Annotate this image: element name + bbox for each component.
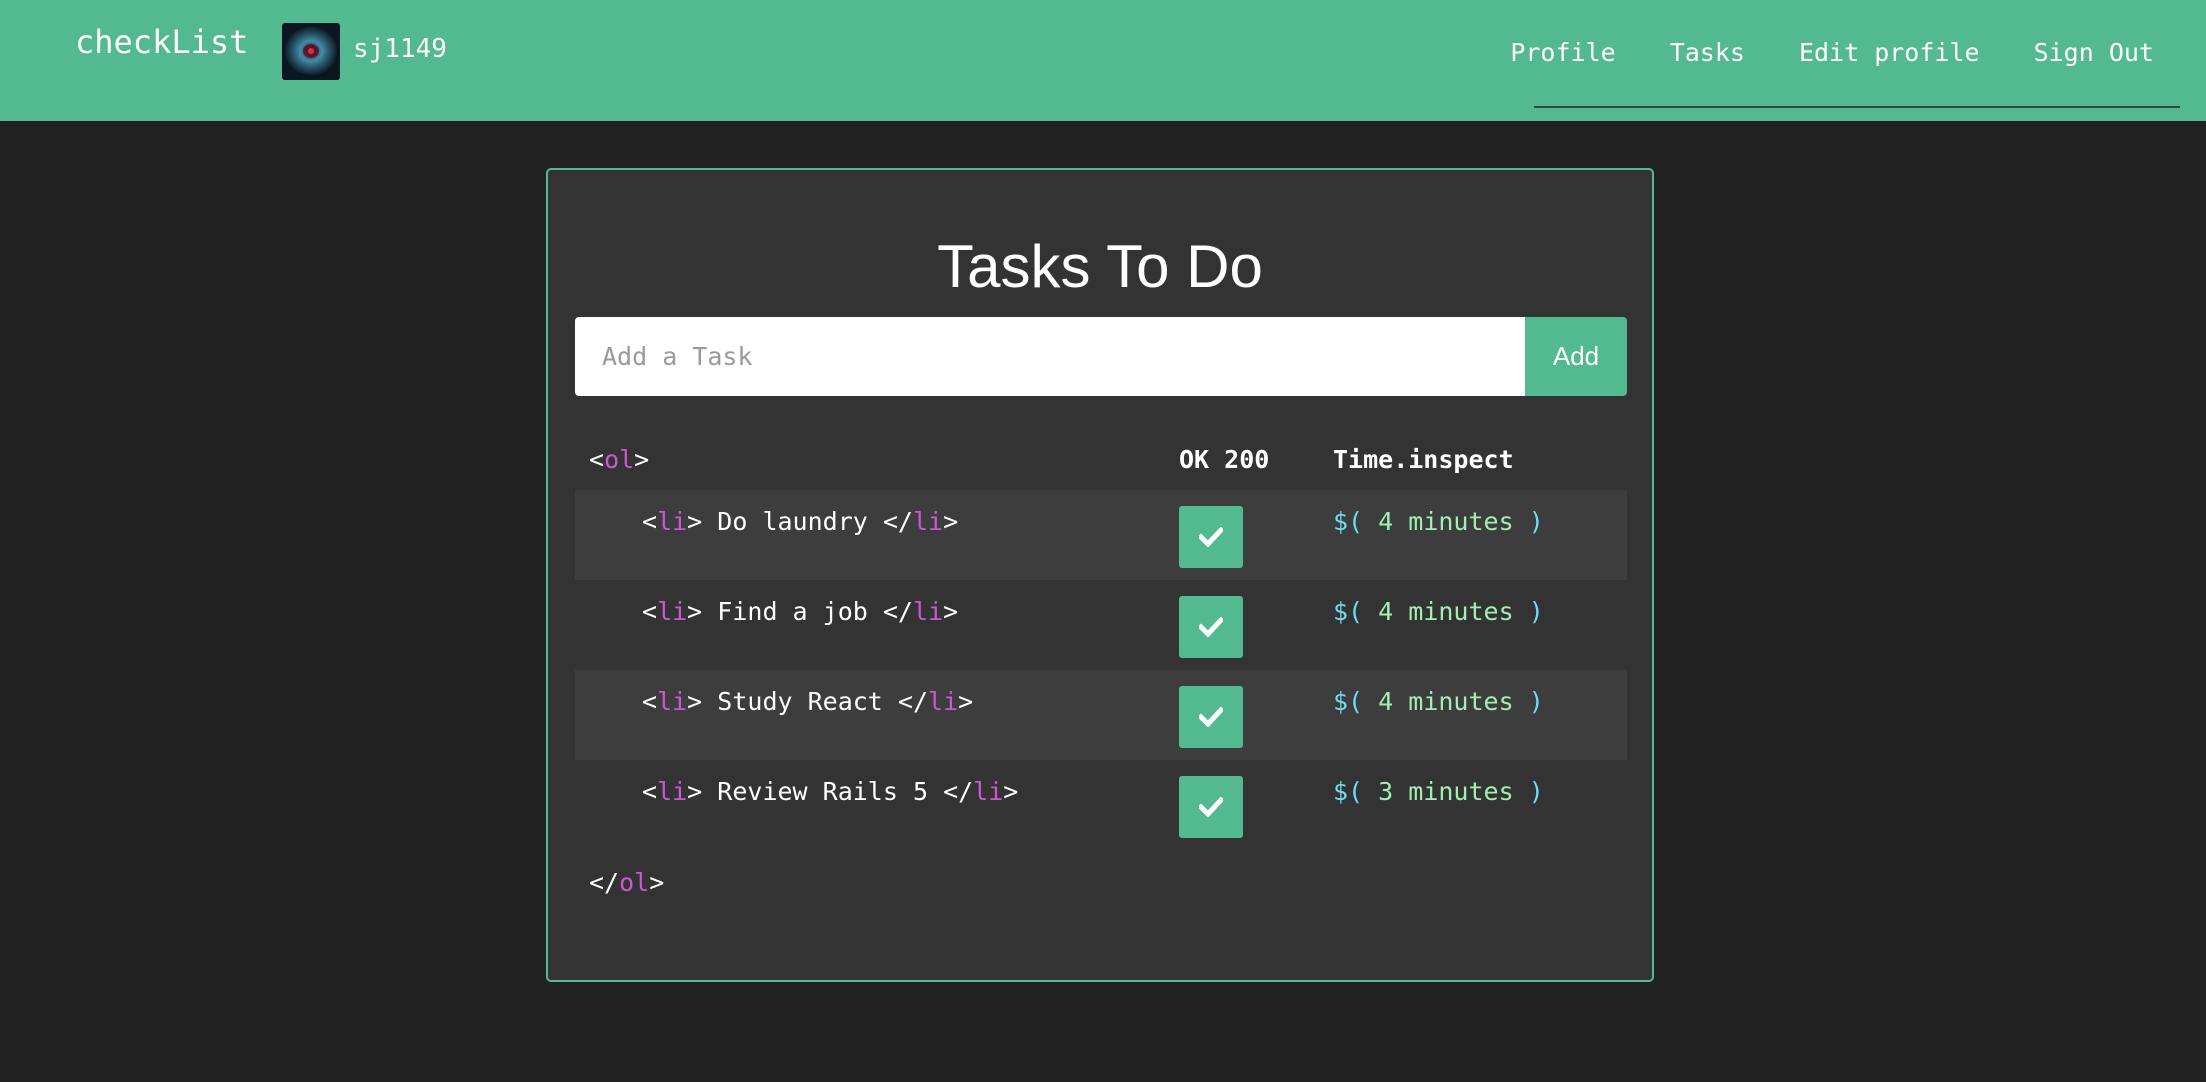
nav-sign-out-link[interactable]: Sign Out: [2034, 36, 2154, 70]
li-close-lt: </: [882, 597, 913, 626]
task-label: Study React: [702, 687, 898, 716]
nav-divider: [1534, 106, 2180, 108]
task-row: <li> Study React </li> $( 4 minutes ): [575, 670, 1627, 760]
li-open-gt: >: [687, 687, 703, 716]
ol-open-lt: <: [589, 445, 605, 474]
task-text: <li> Review Rails 5 </li>: [642, 774, 1018, 810]
time-prefix: $(: [1333, 597, 1364, 626]
li-close-gt: >: [943, 597, 959, 626]
li-open-gt: >: [687, 777, 703, 806]
time-suffix: ): [1528, 687, 1544, 716]
task-row: <li> Find a job </li> $( 4 minutes ): [575, 580, 1627, 670]
time-value: 4 minutes: [1363, 597, 1529, 626]
ol-open-gt: >: [634, 445, 650, 474]
complete-task-button[interactable]: [1179, 776, 1243, 838]
column-header-time: Time.inspect: [1333, 445, 1514, 474]
check-icon: [1199, 617, 1223, 637]
ol-close-lt: </: [589, 868, 620, 897]
time-prefix: $(: [1333, 687, 1364, 716]
li-close-gt: >: [958, 687, 974, 716]
time-prefix: $(: [1333, 777, 1364, 806]
time-suffix: ): [1528, 597, 1544, 626]
task-label: Review Rails 5: [702, 777, 944, 806]
time-suffix: ): [1528, 777, 1544, 806]
add-task-button[interactable]: Add: [1525, 317, 1627, 396]
li-close-gt: >: [943, 507, 959, 536]
task-time: $( 4 minutes ): [1333, 594, 1544, 630]
task-row: <li> Do laundry </li> $( 4 minutes ): [575, 490, 1627, 580]
time-value: 3 minutes: [1363, 777, 1529, 806]
li-open-name: li: [657, 597, 688, 626]
time-value: 4 minutes: [1363, 687, 1529, 716]
li-close-lt: </: [897, 687, 929, 716]
time-prefix: $(: [1333, 507, 1364, 536]
li-open-lt: <: [642, 507, 658, 536]
complete-task-button[interactable]: [1179, 596, 1243, 658]
nav-profile-link[interactable]: Profile: [1510, 36, 1615, 70]
li-open-lt: <: [642, 687, 658, 716]
table-header: <ol> OK 200 Time.inspect: [575, 440, 1627, 480]
nav-edit-profile-link[interactable]: Edit profile: [1799, 36, 1980, 70]
complete-task-button[interactable]: [1179, 686, 1243, 748]
brand-link[interactable]: checkList: [75, 22, 248, 62]
navbar: checkList sj1149 Profile Tasks Edit prof…: [0, 0, 2206, 121]
add-task-input[interactable]: [575, 317, 1525, 396]
nav-links: Profile Tasks Edit profile Sign Out: [1456, 36, 2154, 70]
li-open-lt: <: [642, 777, 658, 806]
task-text: <li> Study React </li>: [642, 684, 973, 720]
tasks-panel: Tasks To Do Add <ol> OK 200 Time.inspect…: [546, 168, 1654, 982]
li-close-name: li: [912, 597, 944, 626]
li-open-name: li: [657, 687, 688, 716]
task-text: <li> Find a job </li>: [642, 594, 958, 630]
li-close-lt: </: [882, 507, 913, 536]
task-time: $( 4 minutes ): [1333, 684, 1544, 720]
ol-open-tag: <ol>: [589, 440, 649, 480]
avatar[interactable]: [282, 23, 340, 80]
nav-tasks-link[interactable]: Tasks: [1670, 36, 1745, 70]
li-open-lt: <: [642, 597, 658, 626]
check-icon: [1199, 707, 1223, 727]
task-text: <li> Do laundry </li>: [642, 504, 958, 540]
li-close-name: li: [928, 687, 959, 716]
task-label: Do laundry: [702, 507, 883, 536]
li-open-gt: >: [687, 507, 703, 536]
li-open-name: li: [657, 777, 688, 806]
li-close-gt: >: [1003, 777, 1019, 806]
task-row: <li> Review Rails 5 </li> $( 3 minutes ): [575, 760, 1627, 850]
li-close-lt: </: [943, 777, 974, 806]
complete-task-button[interactable]: [1179, 506, 1243, 568]
li-close-name: li: [912, 507, 944, 536]
column-header-ok: OK 200: [1179, 445, 1270, 474]
ol-close-gt: >: [649, 868, 665, 897]
li-open-gt: >: [687, 597, 703, 626]
li-open-name: li: [657, 507, 688, 536]
ol-close-name: ol: [619, 868, 650, 897]
time-suffix: ): [1528, 507, 1544, 536]
username[interactable]: sj1149: [353, 31, 447, 67]
ol-open-name: ol: [604, 445, 635, 474]
ol-close-tag: </ol>: [589, 865, 664, 901]
check-icon: [1199, 527, 1223, 547]
task-time: $( 3 minutes ): [1333, 774, 1544, 810]
task-time: $( 4 minutes ): [1333, 504, 1544, 540]
time-value: 4 minutes: [1363, 507, 1529, 536]
page-title: Tasks To Do: [937, 233, 1263, 300]
check-icon: [1199, 797, 1223, 817]
li-close-name: li: [973, 777, 1004, 806]
task-label: Find a job: [702, 597, 883, 626]
nebula-avatar-icon: [282, 23, 340, 80]
